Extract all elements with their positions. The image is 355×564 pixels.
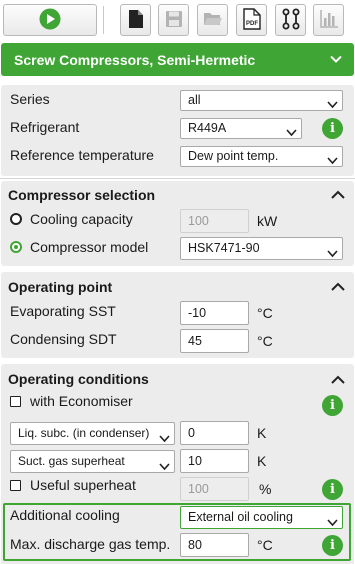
- sdt-input[interactable]: 45: [180, 329, 249, 353]
- suct-gas-option: Suct. gas superheat: [18, 454, 125, 468]
- series-label: Series: [10, 91, 50, 107]
- chevron-down-icon: [327, 513, 338, 528]
- chevron-down-icon: [327, 244, 338, 259]
- sdt-label: Condensing SDT: [10, 331, 117, 347]
- max-discharge-label: Max. discharge gas temp.: [10, 536, 171, 552]
- pdf-icon: PDF: [242, 7, 261, 33]
- reftemp-label: Reference temperature: [10, 147, 154, 163]
- new-document-button[interactable]: [120, 4, 151, 36]
- chevron-down-icon: [327, 152, 338, 166]
- cooling-capacity-input[interactable]: 100: [180, 209, 249, 233]
- save-icon: [165, 10, 183, 31]
- max-discharge-unit: °C: [257, 537, 273, 553]
- additional-cooling-label: Additional cooling: [10, 507, 120, 523]
- suct-gas-select[interactable]: Suct. gas superheat: [10, 450, 175, 473]
- max-discharge-info-icon[interactable]: i: [322, 535, 343, 556]
- chevron-down-icon: [327, 96, 338, 110]
- reftemp-select[interactable]: Dew point temp.: [180, 146, 343, 167]
- refrigerant-label: Refrigerant: [10, 119, 80, 135]
- chart-button[interactable]: [313, 4, 344, 36]
- save-button[interactable]: [158, 4, 189, 36]
- divider: [0, 178, 355, 179]
- useful-superheat-info-icon[interactable]: i: [322, 479, 343, 500]
- economiser-label: with Economiser: [30, 393, 133, 409]
- liq-subc-unit: K: [257, 425, 267, 441]
- chevron-up-icon[interactable]: [331, 280, 345, 295]
- cooling-capacity-label: Cooling capacity: [30, 211, 133, 227]
- sst-unit: °C: [257, 305, 273, 321]
- refrigerant-select[interactable]: R449A: [180, 118, 302, 139]
- pdf-button[interactable]: PDF: [236, 4, 267, 36]
- run-button[interactable]: [3, 4, 97, 36]
- economiser-checkbox[interactable]: [10, 396, 21, 407]
- series-select[interactable]: all: [180, 90, 343, 111]
- compare-button[interactable]: [275, 4, 306, 36]
- page-title: Screw Compressors, Semi-Hermetic: [14, 51, 256, 68]
- chevron-down-icon: [159, 429, 170, 444]
- compressor-model-value: HSK7471-90: [188, 241, 260, 255]
- play-icon: [39, 8, 61, 33]
- operating-point-title: Operating point: [8, 279, 113, 295]
- liq-subc-option: Liq. subc. (in condenser): [18, 426, 150, 440]
- toolbar-separator: [103, 6, 104, 34]
- compressor-model-select[interactable]: HSK7471-90: [180, 237, 343, 260]
- additional-cooling-value: External oil cooling: [188, 510, 293, 524]
- compressor-model-label: Compressor model: [30, 239, 149, 255]
- sst-input[interactable]: -10: [180, 301, 249, 325]
- liq-subc-select[interactable]: Liq. subc. (in condenser): [10, 422, 175, 445]
- refrigerant-value: R449A: [188, 121, 227, 135]
- economiser-info-icon[interactable]: i: [322, 395, 343, 416]
- bar-chart-icon: [319, 9, 339, 32]
- liq-subc-input[interactable]: 0: [180, 421, 249, 445]
- open-folder-button[interactable]: [197, 4, 228, 36]
- compressor-selection-title: Compressor selection: [8, 187, 156, 203]
- reftemp-value: Dew point temp.: [188, 149, 279, 163]
- pdf-label: PDF: [246, 21, 258, 27]
- series-value: all: [188, 93, 201, 107]
- suct-gas-unit: K: [257, 453, 267, 469]
- chevron-down-icon: [286, 124, 297, 138]
- cooling-capacity-radio[interactable]: [10, 213, 22, 225]
- sdt-unit: °C: [257, 333, 273, 349]
- max-discharge-input[interactable]: 80: [180, 533, 249, 557]
- useful-superheat-input[interactable]: 100: [180, 477, 249, 501]
- cooling-capacity-unit: kW: [257, 213, 278, 229]
- useful-superheat-unit: %: [259, 481, 272, 497]
- chevron-up-icon[interactable]: [331, 188, 345, 203]
- chevron-up-icon[interactable]: [331, 373, 345, 388]
- suct-gas-input[interactable]: 10: [180, 449, 249, 473]
- refrigerant-info-icon[interactable]: i: [322, 118, 343, 139]
- useful-superheat-label: Useful superheat: [30, 477, 136, 493]
- operating-conditions-title: Operating conditions: [8, 371, 149, 387]
- useful-superheat-checkbox[interactable]: [10, 480, 21, 491]
- chevron-down-icon: [159, 457, 170, 472]
- compressor-model-radio[interactable]: [10, 241, 22, 253]
- additional-cooling-select[interactable]: External oil cooling: [180, 506, 343, 529]
- open-folder-icon: [203, 11, 223, 30]
- chevron-down-icon: [330, 52, 342, 68]
- product-group-dropdown[interactable]: Screw Compressors, Semi-Hermetic: [1, 43, 354, 76]
- compare-icon: [282, 8, 300, 33]
- new-document-icon: [128, 9, 144, 32]
- sst-label: Evaporating SST: [10, 303, 116, 319]
